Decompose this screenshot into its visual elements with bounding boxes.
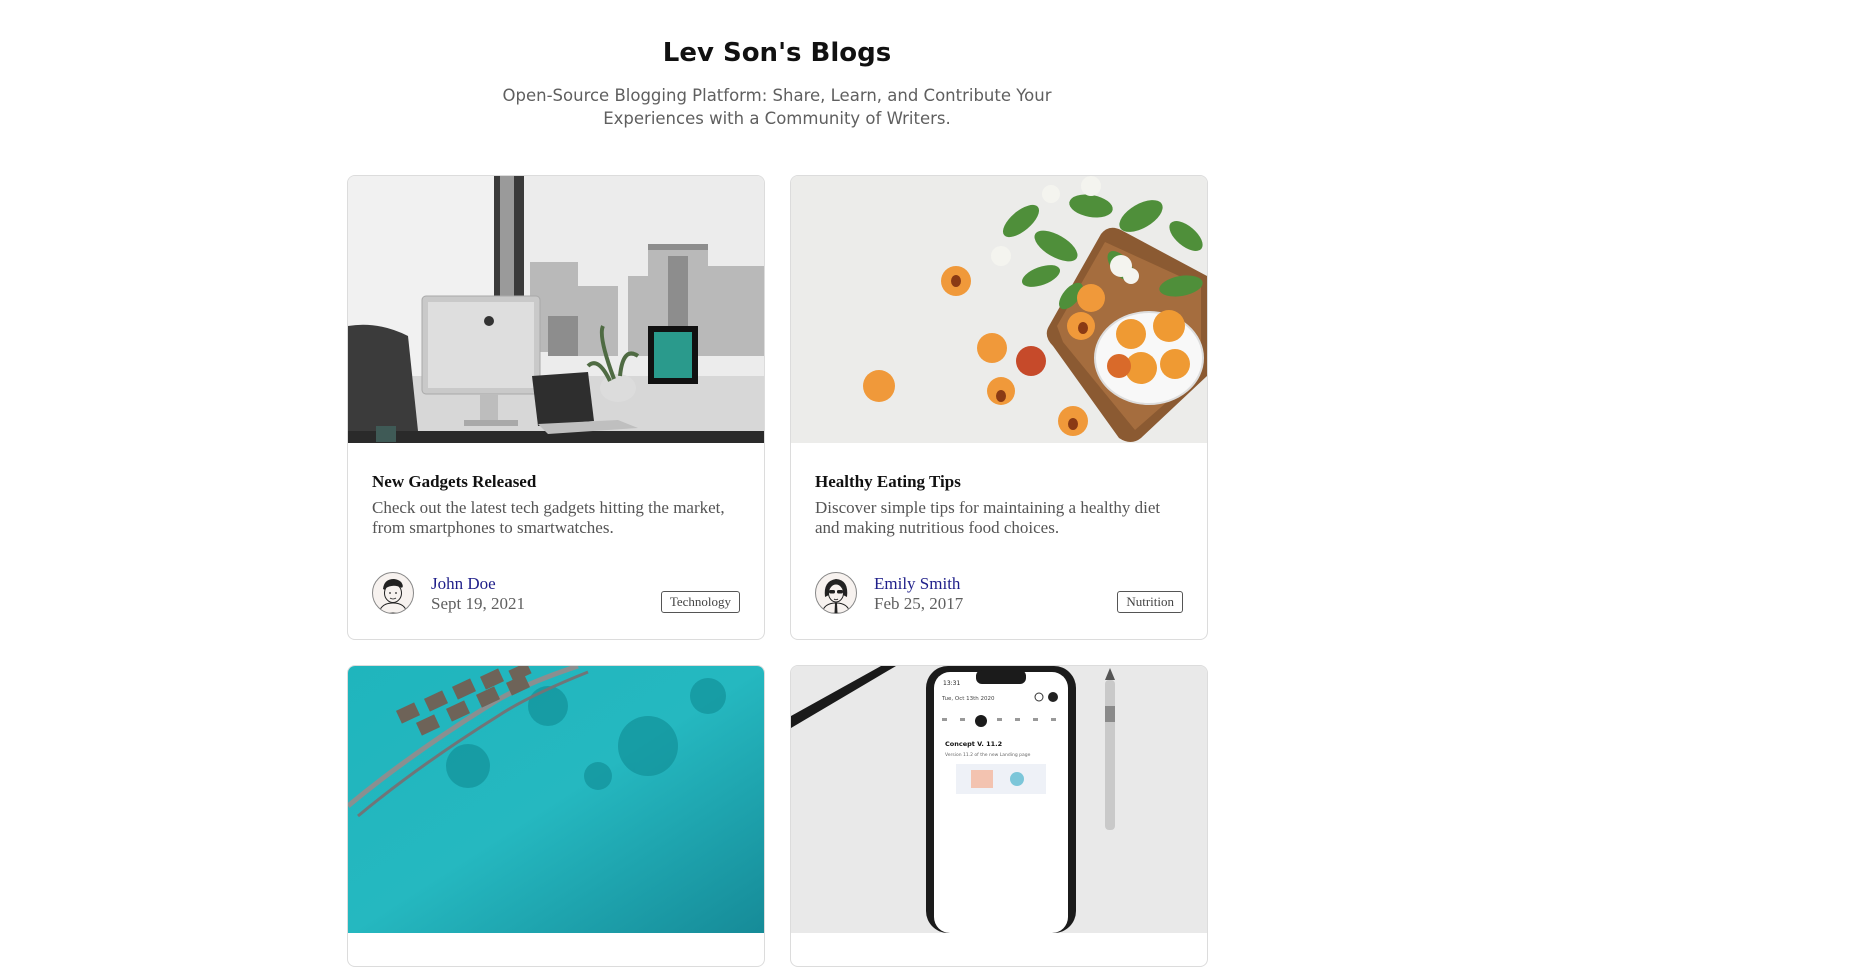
phone-heading: Concept V. 11.2	[945, 740, 1002, 748]
category-tag[interactable]: Nutrition	[1117, 591, 1183, 613]
post-card-new-gadgets[interactable]: New Gadgets Released Check out the lates…	[347, 175, 765, 640]
author-avatar	[815, 572, 857, 614]
post-title[interactable]: Healthy Eating Tips	[815, 472, 961, 492]
phone-subtext: Version 11.2 of the new Landing page	[945, 752, 1031, 758]
post-date: Sept 19, 2021	[431, 594, 525, 613]
phone-time: 13:31	[943, 680, 960, 687]
post-card-body: New Gadgets Released Check out the lates…	[348, 443, 764, 639]
author-avatar	[372, 572, 414, 614]
post-card-app-design[interactable]: 13:31 Tue, Oct 13th 2020 Concept V. 11.2…	[790, 665, 1208, 967]
post-date: Feb 25, 2017	[874, 594, 964, 613]
post-description: Check out the latest tech gadgets hittin…	[372, 498, 725, 537]
post-card-healthy-eating[interactable]: Healthy Eating Tips Discover simple tips…	[790, 175, 1208, 640]
author-name-link[interactable]: Emily Smith	[874, 574, 960, 594]
apricots-photo[interactable]	[791, 176, 1207, 443]
post-title[interactable]: New Gadgets Released	[372, 472, 536, 492]
category-tag[interactable]: Technology	[660, 591, 740, 613]
site-title: Lev Son's Blogs	[662, 38, 892, 68]
post-card-body: Healthy Eating Tips Discover simple tips…	[791, 443, 1207, 639]
author-name-link[interactable]: John Doe	[431, 574, 496, 594]
site-subtitle: Open-Source Blogging Platform: Share, Le…	[502, 86, 1052, 128]
post-card-travel[interactable]	[347, 665, 765, 967]
post-description: Discover simple tips for maintaining a h…	[815, 498, 1161, 537]
office-desk-photo[interactable]	[348, 176, 764, 443]
smartphone-photo[interactable]: 13:31 Tue, Oct 13th 2020 Concept V. 11.2…	[791, 666, 1207, 933]
phone-date: Tue, Oct 13th 2020	[941, 696, 995, 702]
overwater-bungalows-photo[interactable]	[348, 666, 764, 933]
